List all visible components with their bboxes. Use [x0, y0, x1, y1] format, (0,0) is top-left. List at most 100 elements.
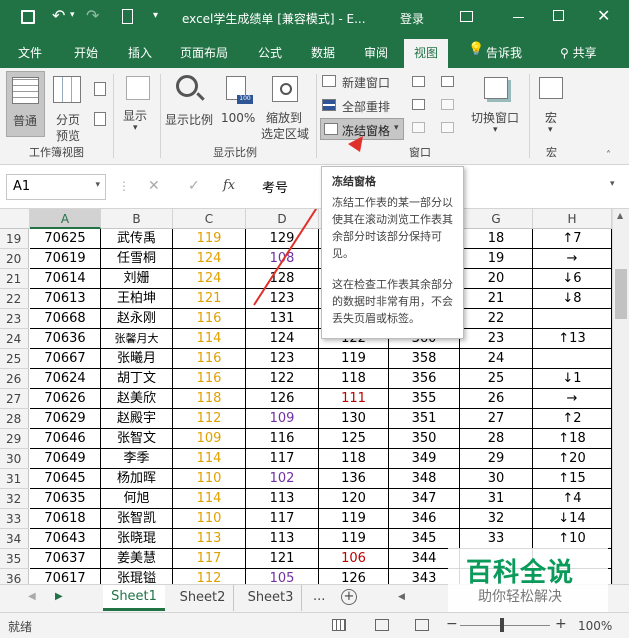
watermark-main: 百科全说 — [466, 558, 575, 588]
cancel-icon[interactable]: ✕ — [148, 178, 160, 194]
lightbulb-icon: 💡 — [468, 42, 485, 57]
zoom-level[interactable]: 100% — [578, 619, 612, 633]
formula-input[interactable]: 考号 — [262, 177, 288, 196]
group-macro-label: 宏 — [546, 146, 557, 159]
status-bar: 就绪 − + 100% — [0, 612, 629, 638]
show-button[interactable]: 显示 ▾ — [118, 71, 158, 137]
redo-icon[interactable]: ↷ — [86, 6, 99, 25]
page-break-status-icon[interactable] — [415, 619, 429, 631]
macro-dropdown-icon: ▾ — [548, 125, 553, 135]
user-icon: ⚲ — [560, 46, 569, 60]
watermark-sub: 助你轻松解决 — [478, 589, 562, 605]
undo-icon[interactable]: ↶ — [52, 6, 65, 25]
group-separator — [316, 74, 317, 158]
page-layout-view-icon[interactable] — [94, 82, 106, 96]
save-icon[interactable] — [21, 10, 35, 24]
login-link[interactable]: 登录 — [400, 10, 424, 27]
new-window-icon — [322, 75, 336, 87]
tab-file[interactable]: 文件 — [18, 44, 42, 61]
zoom-selection-label-2: 选定区域 — [261, 127, 310, 141]
unhide-icon[interactable] — [412, 122, 425, 133]
close-icon[interactable]: ✕ — [597, 6, 610, 25]
new-file-icon[interactable] — [122, 9, 133, 24]
normal-view-status-icon[interactable] — [332, 619, 346, 631]
page-layout-status-icon[interactable] — [375, 619, 389, 631]
switch-window-label: 切换窗口 — [471, 111, 520, 125]
hscroll-left-icon[interactable]: ◀ — [398, 592, 405, 602]
add-sheet-icon[interactable]: + — [341, 589, 357, 605]
tab-data[interactable]: 数据 — [311, 44, 335, 61]
new-window-label: 新建窗口 — [342, 76, 391, 90]
group-workbook-views-label: 工作簿视图 — [29, 146, 84, 159]
zoom-button[interactable]: 显示比例 — [164, 71, 216, 137]
zoom-100-button[interactable]: 100 100% — [219, 71, 257, 137]
status-ready: 就绪 — [8, 620, 33, 634]
sheet-tab-sheet1[interactable]: Sheet1 — [103, 585, 165, 611]
custom-views-icon[interactable] — [94, 112, 106, 126]
share-button[interactable]: ⚲ 共享 — [560, 44, 597, 61]
show-icon — [126, 76, 150, 100]
split-icon[interactable] — [412, 76, 425, 87]
normal-view-button[interactable]: 普通 — [6, 71, 45, 137]
synchronous-scroll-icon[interactable] — [441, 99, 454, 110]
hide-icon[interactable] — [412, 99, 425, 110]
new-window-button[interactable]: 新建窗口 — [322, 72, 402, 92]
zoom-out-icon[interactable]: − — [446, 616, 458, 632]
scroll-up-icon[interactable]: ▲ — [617, 211, 623, 220]
maximize-icon[interactable] — [553, 10, 564, 21]
freeze-panes-icon — [324, 123, 338, 135]
expand-formula-bar-icon[interactable]: ▾ — [610, 179, 615, 189]
sheet-tab-sheet3[interactable]: Sheet3 — [240, 585, 302, 611]
group-separator — [160, 74, 161, 158]
group-separator — [529, 74, 530, 158]
prev-sheet-icon[interactable]: ◀ — [28, 591, 36, 602]
page-break-preview-button[interactable]: 分页 预览 — [50, 71, 86, 143]
enter-icon[interactable]: ✓ — [188, 178, 200, 194]
tab-home[interactable]: 开始 — [74, 44, 98, 61]
page-break-label-1: 分页 — [56, 113, 81, 127]
name-box-dropdown-icon[interactable]: ▾ — [95, 180, 100, 190]
zoom-slider-thumb[interactable] — [500, 618, 504, 632]
zoom-to-selection-button[interactable]: 缩放到 选定区域 — [258, 71, 314, 141]
macro-icon — [539, 77, 563, 99]
tab-review[interactable]: 审阅 — [364, 44, 388, 61]
qat-customize-icon[interactable]: ▾ — [153, 10, 158, 21]
tab-formulas[interactable]: 公式 — [258, 44, 282, 61]
zoom-in-icon[interactable]: + — [555, 616, 567, 632]
name-box[interactable]: A1 ▾ — [6, 174, 106, 200]
page-break-icon — [53, 76, 81, 103]
zoom-100-badge: 100 — [237, 95, 253, 104]
vertical-scrollbar[interactable]: ▲ — [612, 209, 629, 584]
magnifier-handle — [196, 92, 205, 101]
undo-dropdown-icon[interactable]: ▾ — [70, 10, 75, 20]
tab-insert[interactable]: 插入 — [128, 44, 152, 61]
collapse-ribbon-icon[interactable]: ˄ — [606, 150, 611, 161]
zoom-slider[interactable] — [460, 625, 550, 626]
minimize-icon[interactable] — [513, 17, 524, 18]
annotation-arrowhead — [348, 136, 363, 152]
macros-button[interactable]: 宏 ▾ — [535, 71, 569, 137]
arrange-all-button[interactable]: 全部重排 — [322, 96, 402, 116]
show-label: 显示 — [123, 109, 148, 123]
tab-page-layout[interactable]: 页面布局 — [180, 44, 228, 61]
worksheet-grid[interactable]: ABCDEFGH 1970625武传禹11912918↑72070619任雪桐1… — [0, 209, 612, 584]
group-separator — [113, 74, 114, 158]
more-sheets-button[interactable]: ... — [313, 589, 325, 604]
view-side-by-side-icon[interactable] — [441, 76, 454, 87]
share-label: 共享 — [572, 46, 597, 60]
reset-window-icon[interactable] — [441, 122, 454, 133]
insert-function-icon[interactable]: fx — [223, 178, 235, 193]
tab-view[interactable]: 视图 — [404, 39, 449, 68]
scroll-thumb[interactable] — [615, 269, 627, 319]
next-sheet-icon[interactable]: ▶ — [55, 591, 63, 602]
zoom-label: 显示比例 — [165, 113, 214, 127]
tooltip-paragraph-2: 这在检查工作表其余部分的数据时非常有用，不会丢失页眉或标签。 — [332, 278, 453, 325]
switch-window-button[interactable]: 切换窗口 ▾ — [468, 71, 526, 137]
sheet-tab-sheet2[interactable]: Sheet2 — [172, 585, 234, 611]
freeze-panes-tooltip: 冻结窗格 冻结工作表的某一部分以使其在滚动浏览工作表其余部分时该部分保持可见。 … — [321, 166, 464, 339]
ribbon-tabs: 文件 开始 插入 页面布局 公式 数据 审阅 视图 💡 告诉我 ⚲ 共享 — [0, 36, 629, 68]
name-box-value: A1 — [13, 179, 31, 194]
arrange-all-label: 全部重排 — [342, 100, 391, 114]
tell-me-input[interactable]: 告诉我 — [486, 44, 522, 61]
ribbon-display-icon[interactable] — [460, 11, 473, 22]
